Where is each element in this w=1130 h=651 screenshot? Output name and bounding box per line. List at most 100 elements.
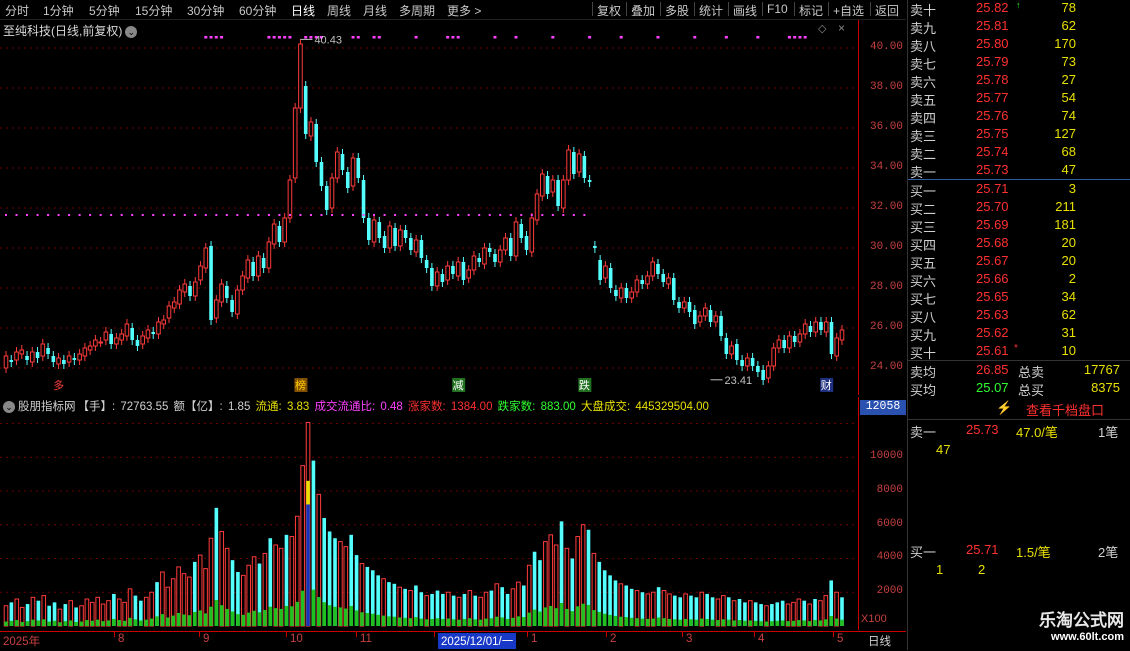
toolbar-action-4[interactable]: 画线	[733, 2, 757, 19]
candle-body	[230, 300, 234, 312]
price-chart[interactable]: 40.43 23.41 多 榜 减 跌 财	[0, 20, 858, 395]
order-level-label: 买九	[910, 328, 937, 343]
buy-row[interactable]: 买八 25.63 62	[908, 307, 1130, 325]
tab-period-5[interactable]: 60分钟	[239, 2, 276, 19]
tab-period-4[interactable]: 30分钟	[187, 2, 224, 19]
signal-dot	[236, 214, 239, 216]
order-volume: 68	[1061, 144, 1076, 159]
signal-dot	[467, 214, 470, 216]
tab-period-9[interactable]: 多周期	[399, 2, 435, 19]
indicator-bar	[824, 619, 828, 626]
signal-dot	[373, 214, 376, 216]
tab-period-1[interactable]: 1分钟	[43, 2, 74, 19]
toolbar-action-0[interactable]: 复权	[597, 2, 621, 19]
indicator-bar	[4, 621, 8, 626]
indicator-bar	[236, 614, 240, 626]
indicator-bar	[101, 621, 105, 626]
signal-dot	[693, 36, 697, 39]
candle-body	[787, 335, 792, 349]
toolbar-action-7[interactable]: +自选	[833, 2, 864, 19]
indicator-bar	[295, 601, 300, 626]
candle-body	[761, 370, 765, 380]
volume-chart[interactable]	[0, 397, 858, 630]
indicator-bar	[20, 621, 24, 626]
buy-row[interactable]: 买一 25.71 3	[908, 181, 1130, 199]
candle-body	[3, 355, 9, 369]
toolbar-separator	[728, 2, 729, 16]
sell-row[interactable]: 卖二 25.74 68	[908, 144, 1130, 162]
toolbar-action-2[interactable]: 多股	[665, 2, 689, 19]
candle-body	[576, 153, 582, 173]
buy-row[interactable]: 买九 25.62 31	[908, 325, 1130, 343]
event-marker[interactable]: 减	[453, 379, 464, 392]
indicator-bar	[597, 611, 602, 626]
toolbar-action-6[interactable]: 标记	[799, 2, 823, 19]
order-price: 25.73	[976, 162, 1009, 177]
tab-period-7[interactable]: 周线	[327, 2, 351, 19]
sell-row[interactable]: 卖九 25.81 62	[908, 18, 1130, 36]
event-marker[interactable]: 榜	[295, 378, 306, 392]
tab-period-2[interactable]: 5分钟	[89, 2, 120, 19]
buy-row[interactable]: 买四 25.68 20	[908, 235, 1130, 253]
sell-row[interactable]: 卖八 25.80 170	[908, 36, 1130, 54]
candle-body	[561, 179, 566, 209]
indicator-bar	[63, 621, 68, 626]
sell-row[interactable]: 卖三 25.75 127	[908, 126, 1130, 144]
signal-dot	[493, 36, 497, 39]
tab-period-3[interactable]: 15分钟	[135, 2, 172, 19]
event-marker[interactable]: 多	[53, 378, 64, 392]
signal-dot	[131, 214, 134, 216]
sell-row[interactable]: 卖六 25.78 27	[908, 72, 1130, 90]
toolbar-action-1[interactable]: 叠加	[631, 2, 655, 19]
date-axis-label: 8	[118, 633, 125, 645]
toolbar-action-8[interactable]: 返回	[875, 2, 899, 19]
candle-body	[503, 237, 508, 251]
event-marker[interactable]: 跌	[579, 378, 590, 392]
buy-row[interactable]: 买三 25.69 181	[908, 217, 1130, 235]
watermark-title: 乐淘公式网	[1039, 611, 1124, 630]
summary-label: 买均	[910, 383, 937, 398]
buy-row[interactable]: 买七 25.65 34	[908, 289, 1130, 307]
event-marker[interactable]: 财	[821, 378, 832, 392]
indicator-bar	[468, 618, 472, 626]
candle-body	[103, 331, 109, 341]
buy-row[interactable]: 买二 25.70 211	[908, 199, 1130, 217]
candle-body	[334, 151, 340, 179]
volume-unit: X100	[861, 613, 887, 625]
tab-period-6[interactable]: 日线	[291, 2, 315, 19]
sell-row[interactable]: 卖一 25.73 47	[908, 162, 1130, 180]
tab-period-0[interactable]: 分时	[5, 2, 29, 19]
sell-row[interactable]: 卖四 25.76 74	[908, 108, 1130, 126]
indicator-bar	[144, 619, 149, 626]
sell-row[interactable]: 卖七 25.79 73	[908, 54, 1130, 72]
indicator-bar	[171, 615, 175, 626]
sell-row[interactable]: 卖五 25.77 54	[908, 90, 1130, 108]
lightning-icon: ⚡	[996, 400, 1013, 415]
candle-body	[29, 351, 35, 363]
toolbar-action-3[interactable]: 统计	[699, 2, 723, 19]
candle-body	[366, 218, 371, 240]
sell-row[interactable]: 卖十 25.82 78 ↑	[908, 0, 1130, 18]
buy-row[interactable]: 买十 25.61 10 *	[908, 343, 1130, 361]
indicator-bar	[424, 619, 429, 626]
order-level-label: 买五	[910, 256, 937, 271]
signal-dot	[173, 214, 176, 216]
signal-dot	[15, 214, 18, 216]
candle-body	[640, 280, 645, 284]
toolbar-action-5[interactable]: F10	[767, 2, 788, 16]
candle-body	[440, 274, 445, 282]
buy-row[interactable]: 买五 25.67 20	[908, 253, 1130, 271]
date-axis-label: 2	[610, 633, 617, 645]
period-label[interactable]: 日线	[868, 633, 891, 649]
candle-body	[245, 259, 251, 279]
indicator-bar	[484, 618, 488, 626]
tab-period-8[interactable]: 月线	[363, 2, 387, 19]
indicator-bar	[122, 620, 127, 626]
tab-period-10[interactable]: 更多 >	[447, 2, 481, 19]
indicator-bar	[68, 620, 73, 626]
signal-dot	[619, 36, 623, 39]
buy-row[interactable]: 买六 25.66 2	[908, 271, 1130, 289]
qian-dang-button[interactable]: 查看千档盘口	[1026, 400, 1104, 419]
candle-body	[608, 268, 613, 288]
candle-body	[413, 239, 419, 253]
